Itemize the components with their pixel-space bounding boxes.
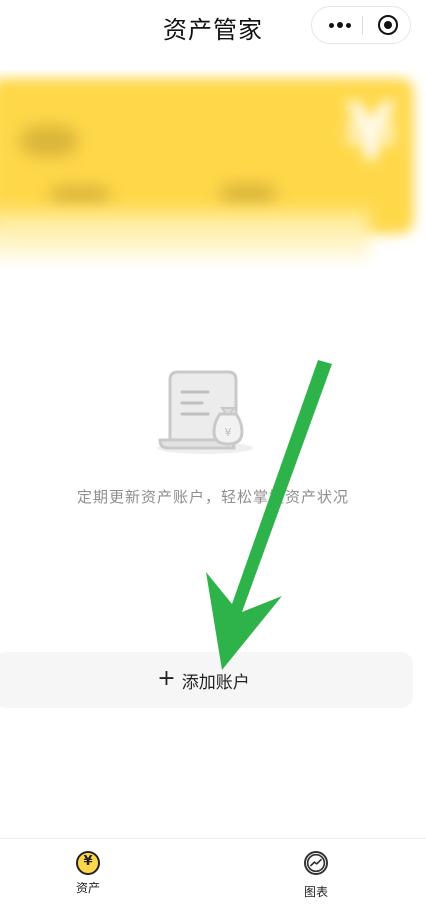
add-account-button[interactable]: + 添加账户 [0, 652, 413, 708]
plus-icon: + [157, 666, 176, 691]
close-target-icon[interactable] [378, 15, 398, 35]
capsule-divider [362, 16, 363, 35]
more-icon[interactable] [326, 15, 354, 35]
svg-text:¥: ¥ [225, 426, 232, 439]
card-watermark-icon: ¥ [343, 88, 398, 178]
asset-summary-card-blurred: ¥ [0, 70, 426, 270]
trend-chart-icon [304, 851, 328, 875]
title-bar: 资产管家 [0, 0, 426, 52]
add-account-label: 添加账户 [181, 672, 250, 693]
empty-ledger-icon: ¥ [157, 370, 253, 454]
blurred-amount [20, 126, 78, 156]
blurred-stat-2 [220, 184, 276, 204]
yen-icon: ¥ [76, 851, 100, 875]
mini-program-capsule [311, 6, 411, 44]
empty-state-message: 定期更新资产账户，轻松掌握资产状况 [76, 488, 349, 506]
tab-charts-label: 图表 [303, 885, 328, 899]
bottom-tab-bar: ¥ 资产 图表 [0, 838, 426, 911]
tab-assets-label: 资产 [75, 881, 100, 895]
card-fade-overlay [0, 210, 370, 260]
blurred-stat-1 [50, 186, 110, 204]
tab-charts[interactable]: 图表 [286, 851, 346, 900]
tab-assets[interactable]: ¥ 资产 [58, 851, 118, 896]
